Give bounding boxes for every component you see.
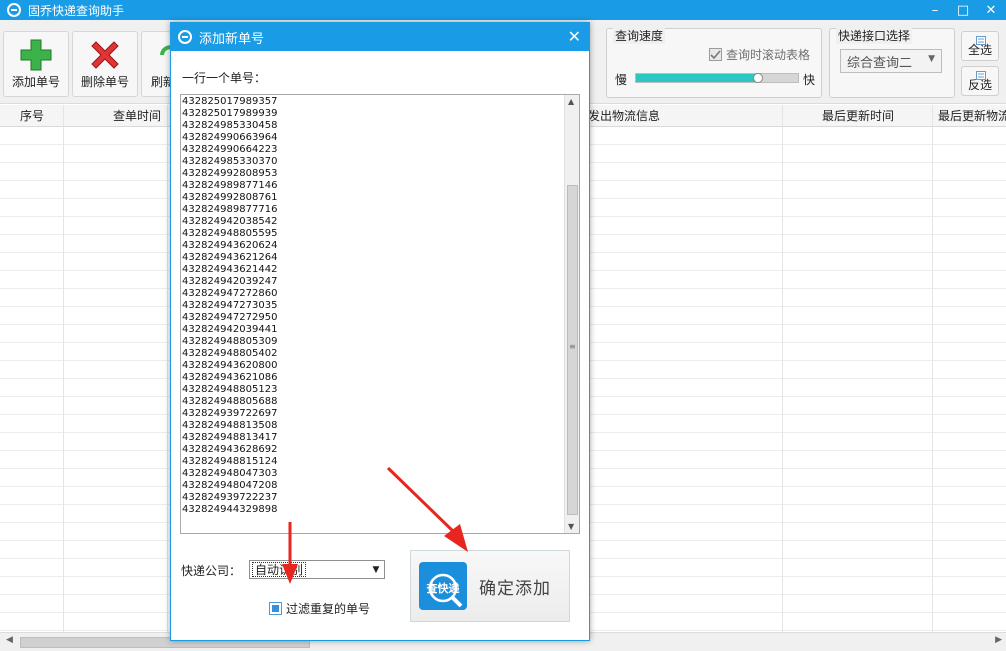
number-line: 432824943621264 bbox=[182, 252, 278, 263]
plus-icon bbox=[20, 39, 52, 71]
number-line: 432824948805688 bbox=[182, 396, 278, 407]
number-line: 432824939722697 bbox=[182, 408, 278, 419]
chevron-down-icon: ▼ bbox=[928, 54, 935, 64]
app-logo-icon bbox=[7, 3, 21, 17]
number-line: 432824992808953 bbox=[182, 168, 278, 179]
column-divider bbox=[782, 105, 783, 632]
number-line: 432824942039247 bbox=[182, 276, 278, 287]
list-icon bbox=[976, 69, 986, 83]
number-line: 432824990663964 bbox=[182, 132, 278, 143]
number-line: 432824947272950 bbox=[182, 312, 278, 323]
confirm-add-button[interactable]: 查快递 确定添加 bbox=[410, 550, 570, 622]
number-line: 432824985330370 bbox=[182, 156, 278, 167]
speed-group-title: 查询速度 bbox=[613, 27, 666, 44]
dialog-instruction: 一行一个单号： bbox=[182, 71, 267, 85]
scroll-left-icon[interactable]: ◀ bbox=[6, 635, 13, 645]
number-line: 432824948813508 bbox=[182, 420, 278, 431]
number-line: 432824948815124 bbox=[182, 456, 278, 467]
number-line: 432824985330458 bbox=[182, 120, 278, 131]
main-title-bar: 固乔快递查询助手 – □ ✕ bbox=[0, 0, 1006, 20]
col-last-update-info[interactable]: 最后更新物流 bbox=[938, 105, 1006, 127]
number-line: 432824944329898 bbox=[182, 504, 278, 515]
api-group-title: 快递接口选择 bbox=[836, 27, 913, 44]
number-line: 432824947273035 bbox=[182, 300, 278, 311]
number-line: 432824948805402 bbox=[182, 348, 278, 359]
delete-x-icon bbox=[91, 41, 119, 69]
scroll-right-icon[interactable]: ▶ bbox=[995, 635, 1002, 645]
number-line: 432824943620624 bbox=[182, 240, 278, 251]
number-line: 432824939722237 bbox=[182, 492, 278, 503]
dialog-logo-icon bbox=[178, 30, 192, 44]
app-title: 固乔快递查询助手 bbox=[28, 3, 125, 18]
number-line: 432824943621086 bbox=[182, 372, 278, 383]
checkbox-square-icon bbox=[269, 602, 282, 615]
textarea-scrollbar[interactable]: ▲ ≡ ▼ bbox=[564, 95, 579, 533]
number-line: 432824989877146 bbox=[182, 180, 278, 191]
column-divider bbox=[932, 105, 933, 632]
scroll-table-checkbox[interactable]: 查询时滚动表格 bbox=[709, 46, 810, 63]
close-icon[interactable]: ✕ bbox=[568, 27, 581, 46]
column-divider bbox=[167, 105, 168, 632]
refresh-icon bbox=[160, 45, 170, 56]
select-all-button[interactable]: 全选 bbox=[961, 31, 999, 61]
speed-slider-thumb[interactable] bbox=[752, 73, 763, 83]
number-line: 432824989877716 bbox=[182, 204, 278, 215]
number-line: 432824948047303 bbox=[182, 468, 278, 479]
col-last-update[interactable]: 最后更新时间 bbox=[822, 105, 894, 127]
number-line: 432824943620800 bbox=[182, 360, 278, 371]
company-select[interactable]: 自动识别 ▼ bbox=[249, 560, 385, 579]
add-number-button[interactable]: 添加单号 bbox=[3, 31, 69, 97]
number-line: 432824942039441 bbox=[182, 324, 278, 335]
fast-label: 快 bbox=[803, 73, 816, 87]
speed-group: 查询速度 查询时滚动表格 慢 快 bbox=[606, 27, 822, 98]
delete-number-button[interactable]: 删除单号 bbox=[72, 31, 138, 97]
col-index[interactable]: 序号 bbox=[20, 105, 44, 127]
query-express-logo-icon: 查快递 bbox=[419, 562, 467, 610]
col-shipping-info[interactable]: 发出物流信息 bbox=[588, 105, 660, 127]
number-line: 432824948813417 bbox=[182, 432, 278, 443]
dialog-title: 添加新单号 bbox=[199, 31, 265, 47]
numbers-textarea[interactable]: 432825017989357 432825017989939 4328249853… bbox=[180, 94, 580, 534]
number-line: 432824948805309 bbox=[182, 336, 278, 347]
add-number-dialog: 添加新单号 ✕ 一行一个单号： 432825017989357 432825017… bbox=[170, 22, 590, 641]
speed-slider-fill bbox=[636, 74, 758, 82]
number-line: 432824992808761 bbox=[182, 192, 278, 203]
number-line: 432824948805123 bbox=[182, 384, 278, 395]
dialog-title-bar: 添加新单号 ✕ bbox=[171, 23, 589, 51]
slow-label: 慢 bbox=[615, 73, 628, 87]
refresh-button[interactable]: 刷新 bbox=[141, 31, 171, 97]
number-line: 432824942038542 bbox=[182, 216, 278, 227]
chevron-down-icon: ▼ bbox=[372, 564, 380, 575]
checkmark-icon bbox=[709, 48, 722, 61]
api-group: 快递接口选择 综合查询二 ▼ bbox=[829, 27, 955, 98]
scroll-down-icon[interactable]: ▼ bbox=[568, 522, 574, 531]
api-select[interactable]: 综合查询二 ▼ bbox=[840, 49, 942, 73]
list-icon bbox=[976, 34, 986, 48]
number-line: 432824947272860 bbox=[182, 288, 278, 299]
column-divider bbox=[63, 105, 64, 632]
logo-text: 查快递 bbox=[427, 581, 460, 595]
invert-selection-button[interactable]: 反选 bbox=[961, 66, 999, 96]
numbers-list: 432825017989357 432825017989939 4328249853… bbox=[182, 96, 277, 516]
maximize-icon[interactable]: □ bbox=[950, 0, 976, 20]
scroll-up-icon[interactable]: ▲ bbox=[568, 97, 574, 106]
close-window-icon[interactable]: ✕ bbox=[978, 0, 1004, 20]
minimize-icon[interactable]: – bbox=[922, 0, 948, 20]
company-label: 快递公司： bbox=[181, 564, 242, 578]
number-line: 432824943628692 bbox=[182, 444, 278, 455]
speed-slider[interactable] bbox=[635, 73, 799, 83]
number-line: 432824948805595 bbox=[182, 228, 278, 239]
number-line: 432824943621442 bbox=[182, 264, 278, 275]
textarea-scroll-thumb[interactable]: ≡ bbox=[567, 185, 578, 515]
number-line: 432825017989939 bbox=[182, 108, 278, 119]
number-line: 432825017989357 bbox=[182, 96, 278, 107]
number-line: 432824948047208 bbox=[182, 480, 278, 491]
filter-duplicate-checkbox[interactable]: 过滤重复的单号 bbox=[269, 600, 370, 617]
col-query-time[interactable]: 查单时间 bbox=[113, 105, 161, 127]
grip-icon: ≡ bbox=[569, 342, 576, 351]
number-line: 432824990664223 bbox=[182, 144, 278, 155]
